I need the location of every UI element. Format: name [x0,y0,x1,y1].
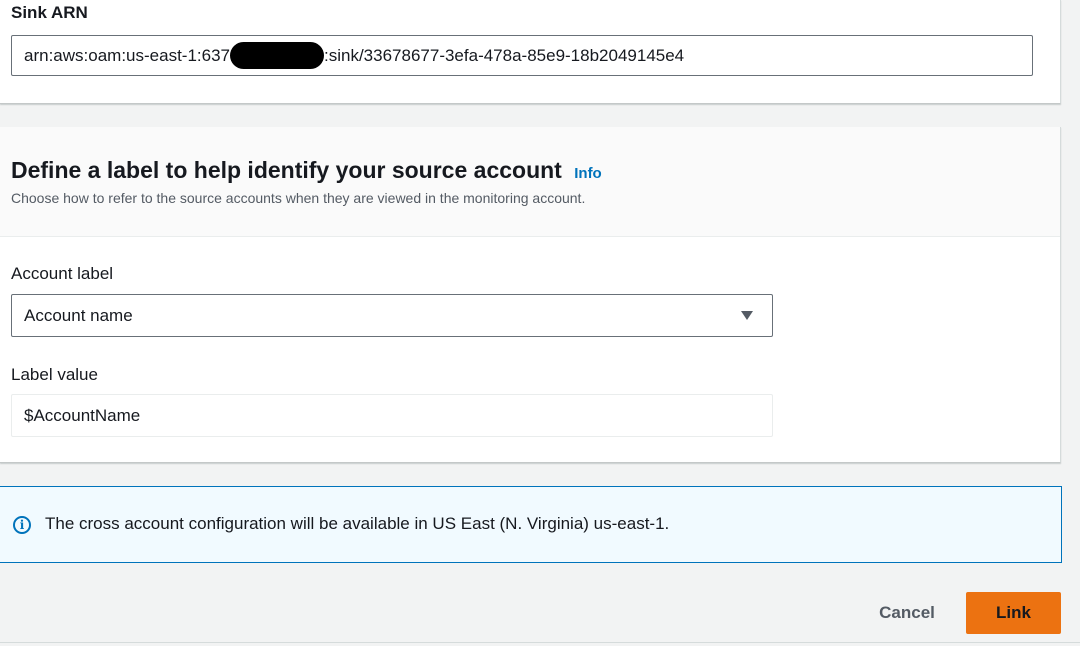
bottom-divider [0,642,1080,643]
panel-header: Define a label to help identify your sou… [0,127,1060,237]
dropdown-caret-icon [741,311,753,320]
panel-title-text: Define a label to help identify your sou… [11,157,562,183]
info-icon: i [13,516,31,534]
sink-arn-label: Sink ARN [11,3,88,22]
cancel-button[interactable]: Cancel [862,592,952,634]
alert-text: The cross account configuration will be … [45,514,670,533]
source-account-label-panel: Define a label to help identify your sou… [0,127,1061,463]
sink-arn-panel: Sink ARN arn:aws:oam:us-east-1:637 :sink/… [0,0,1061,104]
region-info-alert: i The cross account configuration will b… [0,486,1062,563]
account-label-title: Account label [11,264,114,283]
panel-description: Choose how to refer to the source accoun… [11,190,586,206]
info-link[interactable]: Info [574,165,602,182]
account-label-select[interactable]: Account name [11,294,773,337]
sink-arn-field[interactable]: arn:aws:oam:us-east-1:637 :sink/33678677-… [11,35,1033,76]
panel-title: Define a label to help identify your sou… [11,155,602,189]
link-button[interactable]: Link [966,592,1061,634]
account-label-selected-value: Account name [24,306,133,325]
arn-suffix-text: :sink/33678677-3efa-478a-85e9-18b2049145… [324,46,685,65]
label-value-title: Label value [11,365,98,384]
arn-prefix-text: arn:aws:oam:us-east-1:637 [24,46,230,65]
redaction-mark [230,41,324,69]
label-value-input[interactable]: $AccountName [11,394,773,437]
